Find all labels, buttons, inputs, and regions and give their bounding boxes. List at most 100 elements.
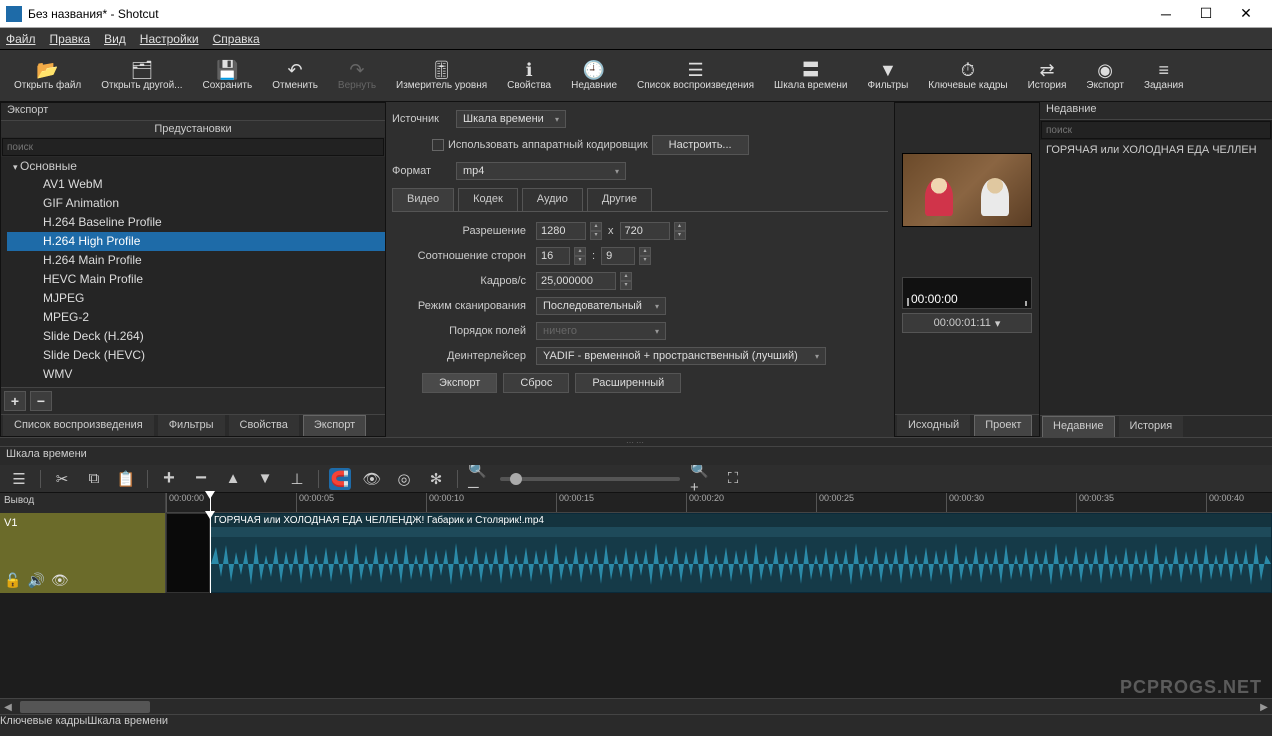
track-body[interactable]: ГОРЯЧАЯ или ХОЛОДНАЯ ЕДА ЧЕЛЛЕНДЖ! Габар… xyxy=(166,513,1272,593)
add-icon[interactable]: + xyxy=(158,468,180,490)
splitter[interactable]: ⋯⋯ xyxy=(0,437,1272,447)
deint-combo[interactable]: YADIF - временной + пространственный (лу… xyxy=(536,347,826,365)
res-h-input[interactable]: 720 xyxy=(620,222,670,240)
copy-icon[interactable]: ⧉ xyxy=(83,468,105,490)
add-preset-button[interactable]: + xyxy=(4,391,26,411)
ar-h-input[interactable]: 9 xyxy=(601,247,635,265)
minimize-button[interactable]: ─ xyxy=(1146,0,1186,28)
tb-История[interactable]: ⇄История xyxy=(1018,52,1077,100)
preset-item[interactable]: Slide Deck (H.264) xyxy=(7,327,385,346)
overwrite-icon[interactable]: ▼ xyxy=(254,468,276,490)
ptab-Исходный[interactable]: Исходный xyxy=(897,415,970,436)
video-clip[interactable]: ГОРЯЧАЯ или ХОЛОДНАЯ ЕДА ЧЕЛЛЕНДЖ! Габар… xyxy=(210,513,1272,593)
remove-icon[interactable]: − xyxy=(190,468,212,490)
advanced-button[interactable]: Расширенный xyxy=(575,373,681,393)
recent-search-input[interactable] xyxy=(1041,121,1271,139)
etab-Аудио[interactable]: Аудио xyxy=(522,188,583,211)
export-button[interactable]: Экспорт xyxy=(422,373,497,393)
tab-Фильтры[interactable]: Фильтры xyxy=(158,415,225,436)
close-button[interactable]: ✕ xyxy=(1226,0,1266,28)
tb-Недавние[interactable]: 🕘Недавние xyxy=(561,52,627,100)
tb-Шкала времени[interactable]: 〓Шкала времени xyxy=(764,52,857,100)
tl-menu-icon[interactable]: ☰ xyxy=(8,468,30,490)
fps-input[interactable]: 25,000000 xyxy=(536,272,616,290)
zoom-slider[interactable] xyxy=(500,477,680,481)
tb-Ключевые кадры[interactable]: ⏱Ключевые кадры xyxy=(918,52,1017,100)
source-combo[interactable]: Шкала времени xyxy=(456,110,566,128)
timeline-ruler[interactable]: 00:00:0000:00:0500:00:1000:00:1500:00:20… xyxy=(166,493,1272,513)
preset-item[interactable]: HEVC Main Profile xyxy=(7,270,385,289)
menu-Правка[interactable]: Правка xyxy=(50,32,91,46)
tb-Вернуть[interactable]: ↷Вернуть xyxy=(328,52,386,100)
preset-list[interactable]: ОсновныеAV1 WebMGIF AnimationH.264 Basel… xyxy=(1,157,385,387)
tb-Сохранить[interactable]: 💾Сохранить xyxy=(193,52,263,100)
hw-encoder-checkbox[interactable] xyxy=(432,139,444,151)
zoom-fit-icon[interactable]: ⛶ xyxy=(722,468,744,490)
lock-icon[interactable]: 🔓 xyxy=(4,572,21,589)
menu-Файл[interactable]: Файл xyxy=(6,32,36,46)
ar-w-input[interactable]: 16 xyxy=(536,247,570,265)
scan-combo[interactable]: Последовательный xyxy=(536,297,666,315)
tb-Открыть другой...[interactable]: 🗂Открыть другой... xyxy=(91,52,192,100)
tb-Измеритель уровня[interactable]: 🎚Измеритель уровня xyxy=(386,52,497,100)
tb-Экспорт[interactable]: ◉Экспорт xyxy=(1076,52,1134,100)
tab-Экспорт[interactable]: Экспорт xyxy=(303,415,366,436)
rtab-Недавние[interactable]: Недавние xyxy=(1042,416,1115,437)
preset-item[interactable]: AV1 WebM xyxy=(7,175,385,194)
preset-item[interactable]: MPEG-2 xyxy=(7,308,385,327)
menu-Настройки[interactable]: Настройки xyxy=(140,32,199,46)
preset-item[interactable]: H.264 Main Profile xyxy=(7,251,385,270)
split-icon[interactable]: ⊥ xyxy=(286,468,308,490)
paste-icon[interactable]: 📋 xyxy=(115,468,137,490)
ptab-Проект[interactable]: Проект xyxy=(974,415,1032,436)
order-combo[interactable]: ничего xyxy=(536,322,666,340)
preview-thumbnail[interactable] xyxy=(902,153,1032,227)
tb-Свойства[interactable]: ℹСвойства xyxy=(497,52,561,100)
blank-clip[interactable] xyxy=(166,513,210,593)
timeline-scrollbar[interactable]: ◀ ▶ xyxy=(0,698,1272,714)
tb-Список воспроизведения[interactable]: ☰Список воспроизведения xyxy=(627,52,764,100)
etab-Другие[interactable]: Другие xyxy=(587,188,652,211)
hide-icon[interactable]: 👁 xyxy=(51,572,69,589)
zoom-out-icon[interactable]: 🔍─ xyxy=(468,468,490,490)
preset-item[interactable]: H.264 Baseline Profile xyxy=(7,213,385,232)
tb-Задания[interactable]: ≡Задания xyxy=(1134,52,1194,100)
scroll-right-icon[interactable]: ▶ xyxy=(1256,699,1272,715)
recent-item[interactable]: ГОРЯЧАЯ или ХОЛОДНАЯ ЕДА ЧЕЛЛЕН xyxy=(1044,142,1268,158)
rtab-История[interactable]: История xyxy=(1119,416,1184,437)
preset-item[interactable]: GIF Animation xyxy=(7,194,385,213)
ripple-icon[interactable]: ◎ xyxy=(393,468,415,490)
lift-icon[interactable]: ▲ xyxy=(222,468,244,490)
preset-item[interactable]: Slide Deck (HEVC) xyxy=(7,346,385,365)
tb-Фильтры[interactable]: ▼Фильтры xyxy=(858,52,919,100)
preset-item[interactable]: MJPEG xyxy=(7,289,385,308)
empty-tracks-area[interactable] xyxy=(0,593,1272,698)
preset-search-input[interactable] xyxy=(2,138,384,156)
mute-icon[interactable]: 🔊 xyxy=(27,572,44,589)
track-header[interactable]: V1 🔓 🔊 👁 xyxy=(0,513,166,593)
cut-icon[interactable]: ✂ xyxy=(51,468,73,490)
scroll-thumb[interactable] xyxy=(20,701,150,713)
scrub-icon[interactable]: 👁 xyxy=(361,468,383,490)
preset-group[interactable]: Основные xyxy=(7,157,385,175)
btab-Ключевые кадры[interactable]: Ключевые кадры xyxy=(0,715,87,736)
preset-item[interactable]: WMV xyxy=(7,365,385,384)
recent-list[interactable]: ГОРЯЧАЯ или ХОЛОДНАЯ ЕДА ЧЕЛЛЕН xyxy=(1040,140,1272,415)
menu-Вид[interactable]: Вид xyxy=(104,32,126,46)
etab-Кодек[interactable]: Кодек xyxy=(458,188,518,211)
tab-Свойства[interactable]: Свойства xyxy=(229,415,299,436)
tb-Отменить[interactable]: ↶Отменить xyxy=(262,52,328,100)
timecode-value[interactable]: 00:00:01:11▾ xyxy=(902,313,1032,333)
res-w-input[interactable]: 1280 xyxy=(536,222,586,240)
btab-Шкала времени[interactable]: Шкала времени xyxy=(87,715,168,736)
reset-button[interactable]: Сброс xyxy=(503,373,569,393)
remove-preset-button[interactable]: − xyxy=(30,391,52,411)
zoom-in-icon[interactable]: 🔍+ xyxy=(690,468,712,490)
format-combo[interactable]: mp4 xyxy=(456,162,626,180)
menu-Справка[interactable]: Справка xyxy=(213,32,260,46)
preset-item[interactable]: H.264 High Profile xyxy=(7,232,385,251)
maximize-button[interactable]: ☐ xyxy=(1186,0,1226,28)
tab-Список воспроизведения[interactable]: Список воспроизведения xyxy=(3,415,154,436)
scroll-left-icon[interactable]: ◀ xyxy=(0,699,16,715)
etab-Видео[interactable]: Видео xyxy=(392,188,454,211)
